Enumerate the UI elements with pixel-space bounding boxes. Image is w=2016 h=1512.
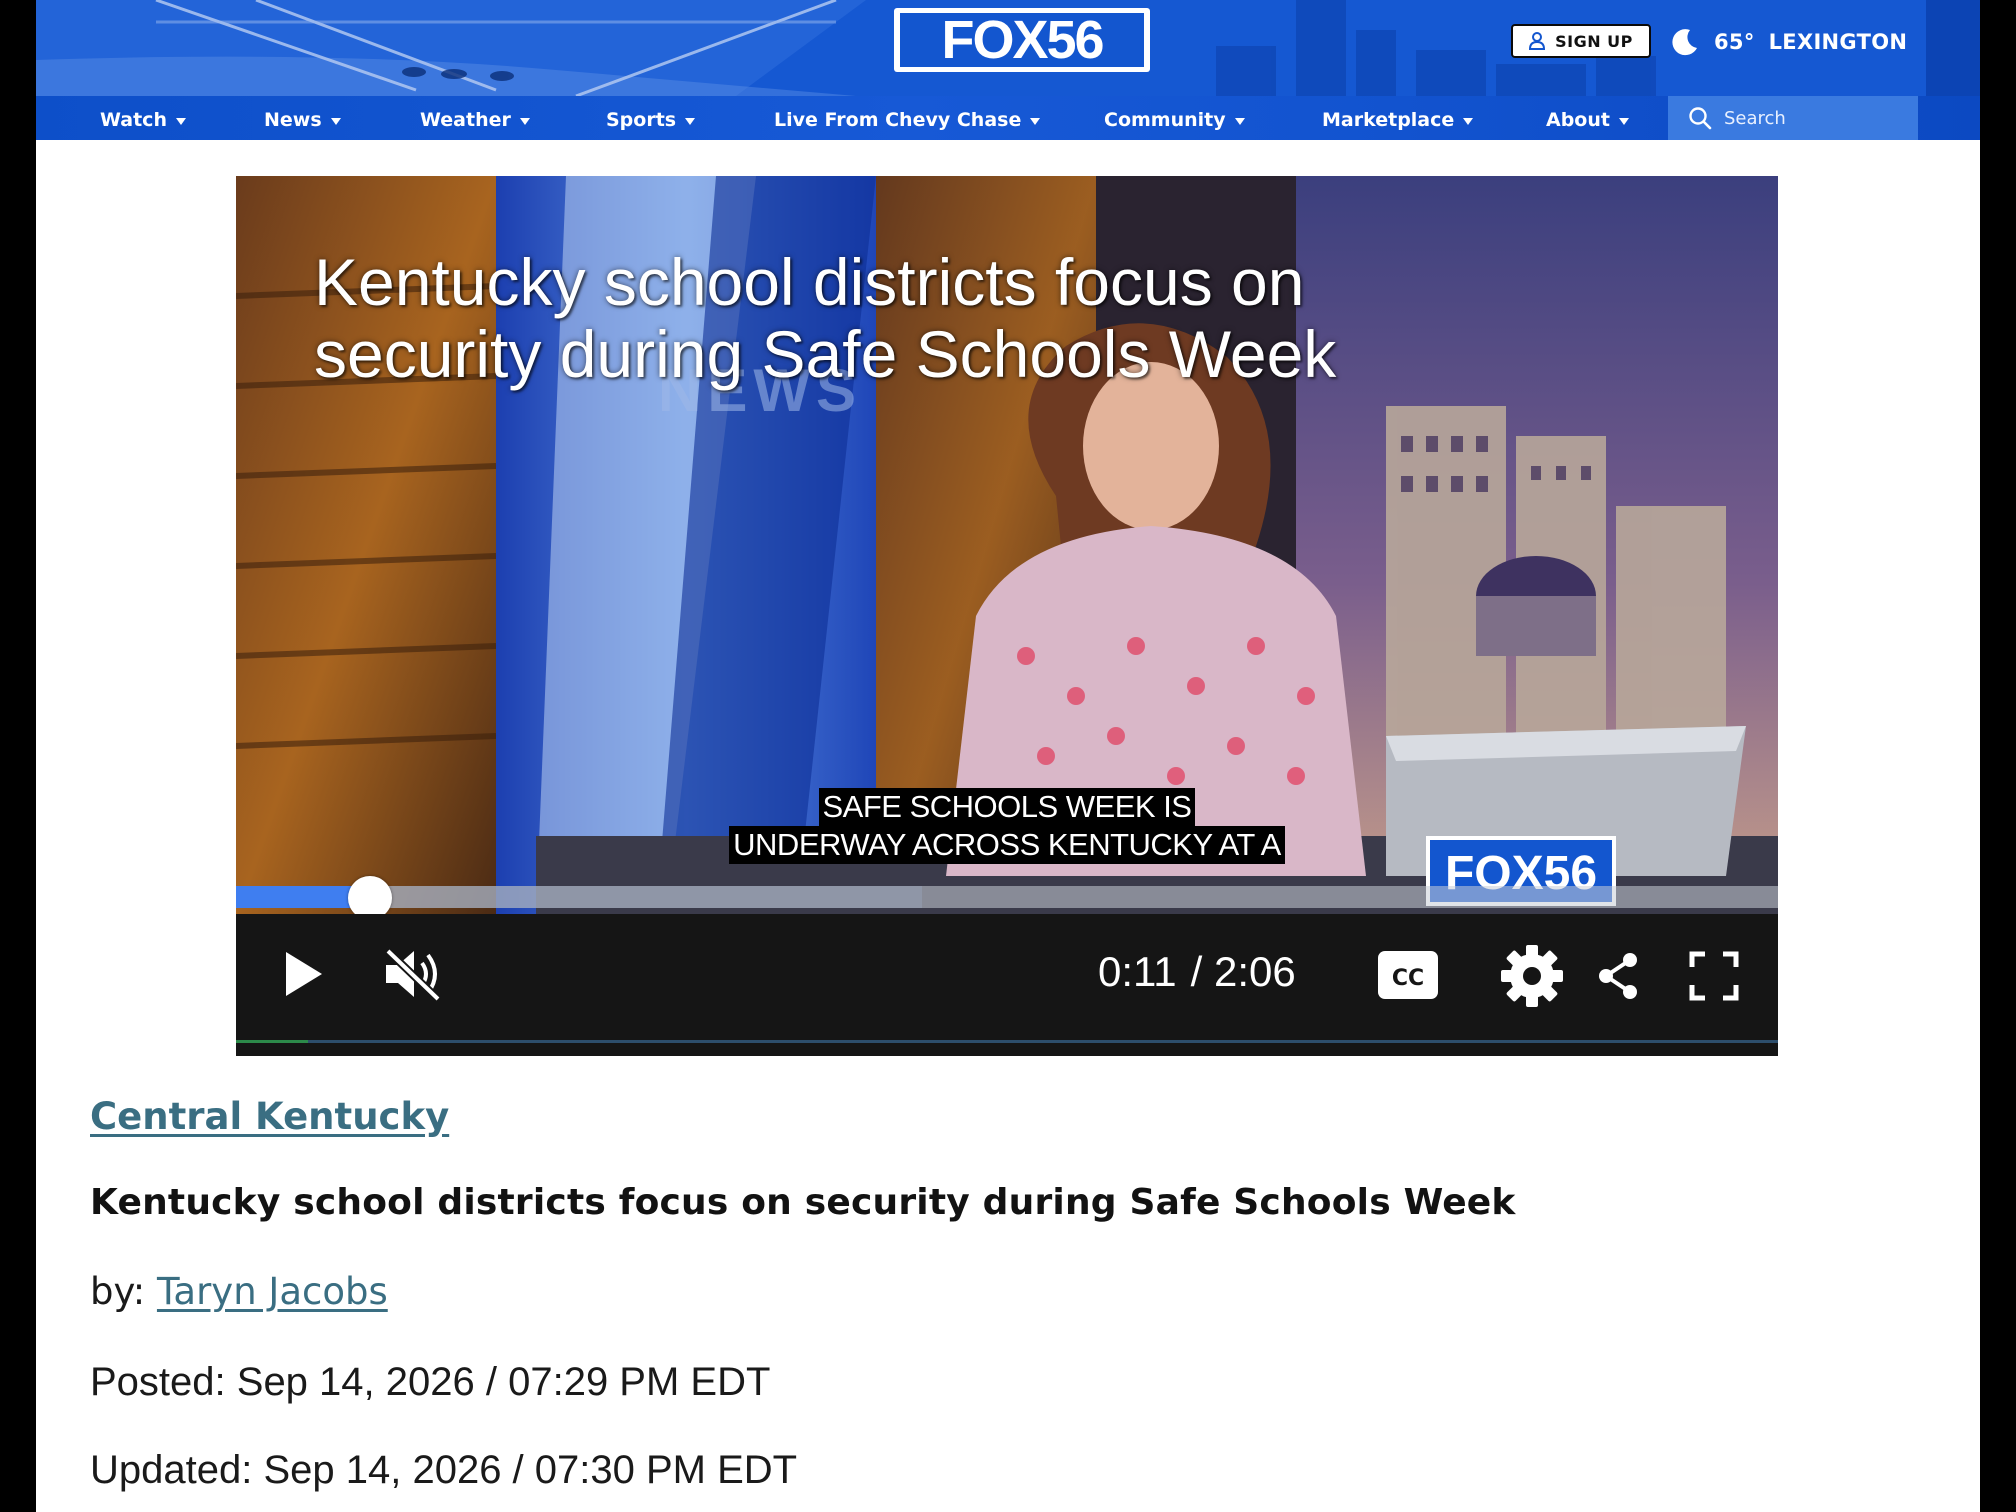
updated-date: Updated: Sep 14, 2026 / 07:30 PM EDT [90,1448,798,1492]
controls-bottom-line-segment [236,1040,308,1043]
gear-icon [1501,945,1563,1007]
nav-item-live-from-chevy-chase[interactable]: Live From Chevy Chase [774,100,1041,140]
search-placeholder: Search [1724,107,1786,129]
caret-down-icon [685,117,696,125]
share-button[interactable] [1592,948,1644,1004]
weather-temperature: 65° [1714,30,1755,54]
controls-bottom-line [236,1040,1778,1043]
svg-text:CC: CC [1392,966,1424,991]
closed-captions-button[interactable]: CC [1376,948,1440,1002]
cc-icon: CC [1378,951,1438,999]
weather-widget[interactable]: 65° LEXINGTON [1670,22,1907,62]
article-headline: Kentucky school districts focus on secur… [90,1182,1516,1223]
closed-captions: SAFE SCHOOLS WEEK IS UNDERWAY ACROSS KEN… [236,788,1778,864]
search-icon [1689,107,1712,130]
play-button[interactable] [272,942,336,1006]
fullscreen-button[interactable] [1686,948,1742,1004]
nav-item-sports[interactable]: Sports [606,100,696,140]
logo-wordmark: FOX56 [900,10,1144,70]
video-title-overlay: Kentucky school districts focus on secur… [314,246,1514,390]
play-icon [286,952,322,996]
site-header: FOX56 SIGN UP 65° LEXINGTON Watch News W… [36,0,1980,140]
category-link[interactable]: Central Kentucky [90,1095,449,1138]
byline-prefix: by: [90,1270,146,1313]
user-icon [1529,32,1546,50]
volume-muted-icon [385,948,441,1002]
caret-down-icon [1618,117,1629,125]
title-overlay-line-2: security during Safe Schools Week [314,317,1337,391]
weather-location: LEXINGTON [1768,30,1908,54]
video-player[interactable]: FOX56 NEWS Kentucky school districts foc… [236,176,1778,1056]
video-progress-bar[interactable] [236,876,1778,920]
nav-item-news[interactable]: News [264,100,341,140]
fullscreen-icon [1689,951,1739,1001]
sign-up-label: SIGN UP [1555,31,1633,51]
moon-icon [1672,29,1697,56]
nav-label: Live From Chevy Chase [774,109,1022,131]
caret-down-icon [1030,117,1041,125]
caption-line-1: SAFE SCHOOLS WEEK IS [818,788,1196,826]
nav-item-about[interactable]: About [1546,100,1629,140]
nav-label: News [264,109,322,131]
caret-down-icon [519,117,530,125]
author-link[interactable]: Taryn Jacobs [157,1270,388,1313]
page-frame: FOX56 SIGN UP 65° LEXINGTON Watch News W… [36,0,1980,1512]
nav-item-community[interactable]: Community [1104,100,1245,140]
settings-button[interactable] [1498,942,1566,1010]
duration: / 2:06 [1190,948,1296,995]
nav-label: Community [1104,109,1226,131]
current-time: 0:11 [1098,948,1177,995]
caption-line-2: UNDERWAY ACROSS KENTUCKY AT A [729,826,1285,864]
title-overlay-line-1: Kentucky school districts focus on [314,245,1305,319]
caret-down-icon [175,117,186,125]
nav-item-marketplace[interactable]: Marketplace [1322,100,1474,140]
nav-label: Marketplace [1322,109,1455,131]
video-time-display: 0:11 / 2:06 [1098,948,1296,996]
nav-item-watch[interactable]: Watch [100,100,186,140]
search-input[interactable]: Search [1668,96,1918,140]
caret-down-icon [1463,117,1474,125]
nav-label: Watch [100,109,167,131]
nav-label: Weather [420,109,511,131]
posted-date: Posted: Sep 14, 2026 / 07:29 PM EDT [90,1360,771,1404]
byline: by: Taryn Jacobs [90,1270,388,1313]
share-icon [1599,953,1637,999]
mute-button[interactable] [378,942,450,1006]
caret-down-icon [1234,117,1245,125]
nav-label: About [1546,109,1610,131]
nav-label: Sports [606,109,677,131]
nav-item-weather[interactable]: Weather [420,100,530,140]
video-controls: 0:11 / 2:06 CC [236,914,1778,1056]
site-logo[interactable]: FOX56 [894,8,1150,72]
sign-up-button[interactable]: SIGN UP [1511,24,1651,58]
caret-down-icon [330,117,341,125]
